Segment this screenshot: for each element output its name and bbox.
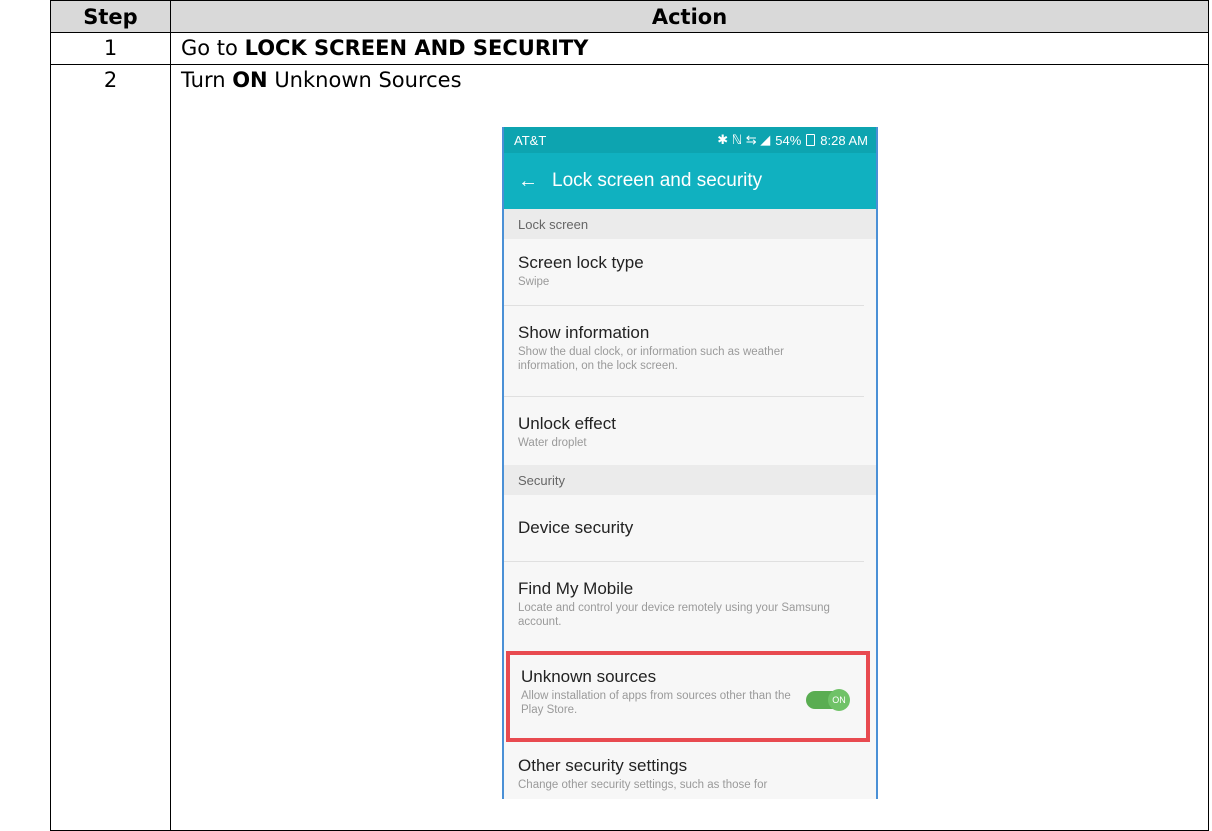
clock: 8:28 AM [820,132,868,148]
step-number: 2 [50,64,171,831]
carrier-label: AT&T [514,132,547,148]
status-icons: ✱ ℕ ⇆ ◢ 54% 8:28 AM [717,132,868,148]
battery-level: 54% [775,132,802,148]
action-header: Action [170,0,1209,33]
unknown-sources-toggle[interactable]: ON [806,689,850,711]
unknown-sources-highlight: Unknown sources Allow installation of ap… [506,651,870,742]
setting-title: Device security [518,518,634,537]
toggle-knob: ON [828,689,850,711]
status-bar: AT&T ✱ ℕ ⇆ ◢ 54% 8:28 AM [504,127,876,153]
setting-subtitle: Water droplet [518,437,587,449]
setting-title: Unlock effect [518,414,616,433]
setting-other-security[interactable]: Other security settings Change other sec… [504,742,864,792]
section-header-lock-screen: Lock screen [504,209,876,239]
section-header-security: Security [504,465,876,495]
setting-title: Screen lock type [518,253,644,272]
header-row: Step Action [50,0,1209,33]
action-text-end: Unknown Sources [267,68,462,92]
app-bar-title: Lock screen and security [552,170,763,191]
setting-subtitle: Allow installation of apps from sources … [521,690,791,716]
action-text: Turn [181,68,233,92]
setting-title: Show information [518,323,650,342]
table-row: 1 Go to LOCK SCREEN AND SECURITY [50,32,1209,65]
setting-subtitle: Change other security settings, such as … [518,779,768,791]
step-number: 1 [50,32,171,65]
step-header: Step [50,0,171,33]
setting-unlock-effect[interactable]: Unlock effect Water droplet [504,397,864,465]
setting-device-security[interactable]: Device security [504,495,864,562]
action-emphasis: ON [232,68,268,92]
action-text: Go to [181,36,245,60]
setting-title: Other security settings [518,756,688,775]
battery-icon [806,134,816,146]
setting-find-my-mobile[interactable]: Find My Mobile Locate and control your d… [504,562,864,651]
setting-subtitle: Show the dual clock, or information such… [518,346,784,372]
setting-title: Find My Mobile [518,579,634,598]
signal-icons: ✱ ℕ ⇆ ◢ [717,132,771,147]
setting-title: Unknown sources [521,667,657,686]
action-emphasis: LOCK SCREEN AND SECURITY [244,36,589,60]
setting-screen-lock-type[interactable]: Screen lock type Swipe [504,239,864,306]
step-action: Go to LOCK SCREEN AND SECURITY [170,32,1209,65]
back-arrow-icon[interactable]: ← [518,170,538,193]
phone-screenshot: AT&T ✱ ℕ ⇆ ◢ 54% 8:28 AM ← Lock screen a… [502,127,878,799]
setting-subtitle: Swipe [518,276,550,288]
setting-show-information[interactable]: Show information Show the dual clock, or… [504,306,864,397]
setting-subtitle: Locate and control your device remotely … [518,602,830,628]
app-bar: ← Lock screen and security [504,153,876,209]
